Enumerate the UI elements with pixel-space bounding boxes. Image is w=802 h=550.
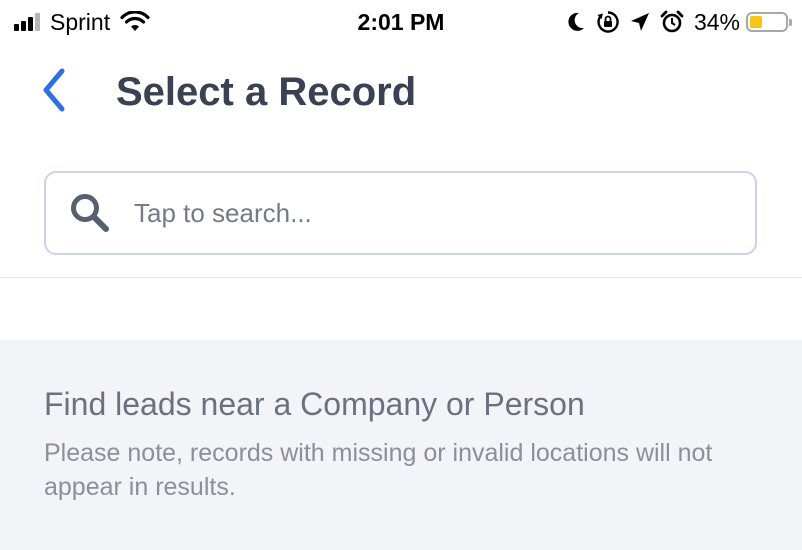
- chevron-left-icon: [40, 67, 68, 113]
- battery-level: [750, 16, 762, 28]
- location-arrow-icon: [630, 12, 650, 32]
- battery-percent: 34%: [693, 8, 740, 35]
- status-right: 34%: [556, 6, 792, 38]
- search-box[interactable]: [44, 171, 757, 255]
- orientation-lock-icon: [596, 10, 620, 34]
- screen: Sprint 2:01 PM 34% Select a Record Tap t…: [0, 0, 802, 550]
- alarm-clock-icon: [660, 10, 684, 34]
- info-panel: Find leads near a Company or Person Plea…: [0, 340, 802, 550]
- back-button[interactable]: [30, 66, 78, 114]
- info-heading: Find leads near a Company or Person: [44, 386, 585, 422]
- info-note: Please note, records with missing or inv…: [44, 439, 713, 501]
- search-input[interactable]: [132, 196, 716, 230]
- moon-icon: [566, 11, 586, 33]
- search-icon: [68, 191, 112, 235]
- status-bar: Sprint 2:01 PM 34%: [0, 0, 802, 44]
- search-section: [0, 140, 802, 278]
- battery-icon: [746, 12, 792, 32]
- page-title: Select a Record: [116, 70, 417, 114]
- nav-bar: Select a Record: [0, 44, 802, 140]
